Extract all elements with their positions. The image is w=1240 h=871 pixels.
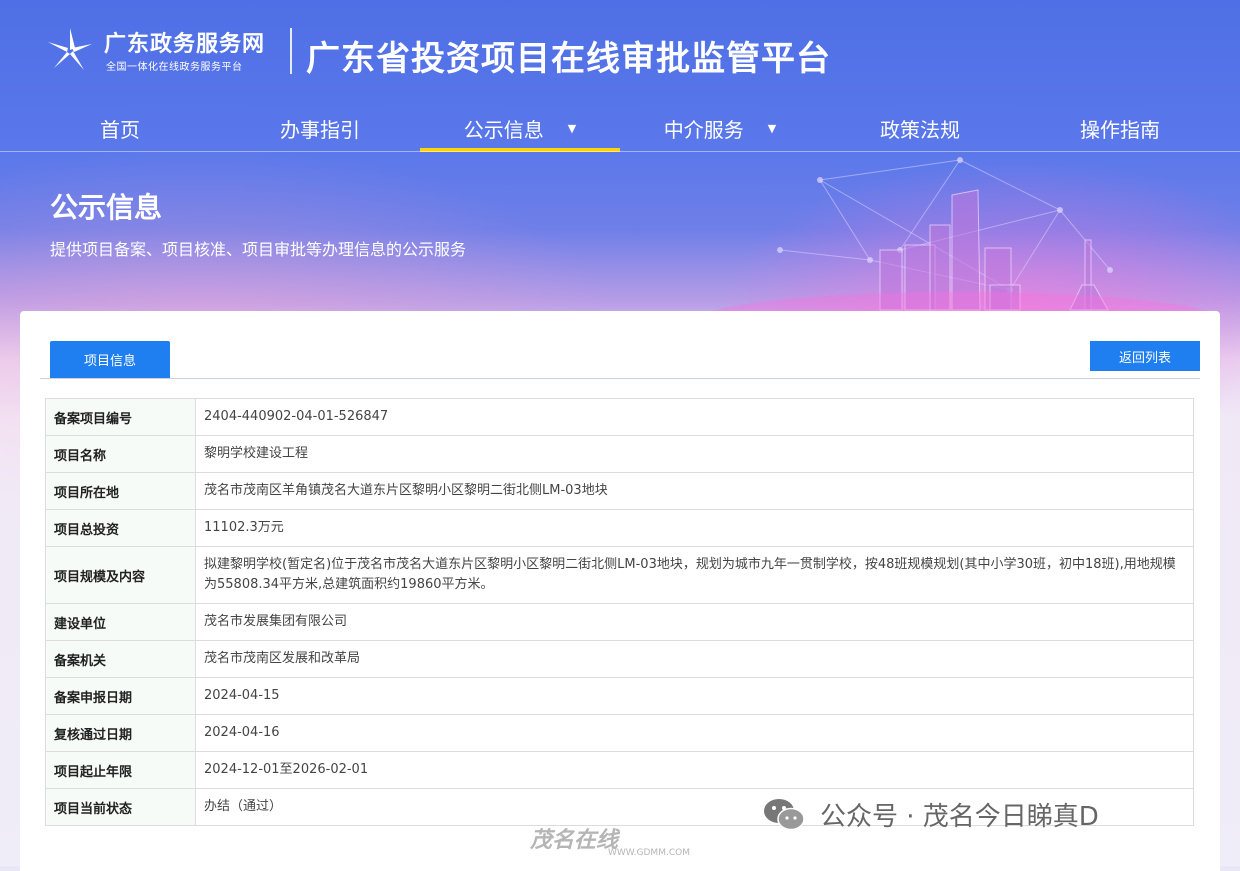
nav-item-label: 办事指引 [280,117,360,142]
nav-item-policy[interactable]: 政策法规 [820,104,1020,152]
table-row: 建设单位 茂名市发展集团有限公司 [45,603,1194,641]
main-nav: 首页 办事指引 公示信息 ▼ 中介服务 ▼ 政策法规 操作指南 [20,104,1220,152]
table-row: 备案申报日期 2024-04-15 [45,677,1194,715]
watermark-text: 公众号 · 茂名今日睇真D [820,802,1099,832]
nav-item-label: 操作指南 [1080,117,1160,142]
platform-title[interactable]: 广东省投资项目在线审批监管平台 [306,31,831,80]
table-row: 项目规模及内容 拟建黎明学校(暂定名)位于茂名市茂名大道东片区黎明小区黎明二街北… [45,546,1194,604]
table-row: 项目起止年限 2024-12-01至2026-02-01 [45,751,1194,789]
wechat-watermark: 公众号 · 茂名今日睇真D [762,796,1099,833]
tab-project-info[interactable]: 项目信息 [50,341,170,378]
nav-item-public-info[interactable]: 公示信息 ▼ [420,104,620,152]
site-watermark-url: WWW.GDMM.COM [608,848,690,858]
field-label: 备案机关 [45,640,196,678]
nav-item-label: 中介服务 [663,117,744,142]
field-value: 拟建黎明学校(暂定名)位于茂名市茂名大道东片区黎明小区黎明二街北侧LM-03地块… [195,546,1194,604]
tab-divider [40,378,1200,379]
field-value: 2024-04-16 [195,714,1194,752]
table-row: 项目所在地 茂名市茂南区羊角镇茂名大道东片区黎明小区黎明二街北侧LM-03地块 [45,472,1194,510]
field-label: 项目总投资 [45,509,196,547]
field-value: 2024-12-01至2026-02-01 [195,751,1194,789]
field-label: 备案申报日期 [45,677,196,715]
field-label: 项目当前状态 [45,788,196,826]
back-to-list-button[interactable]: 返回列表 [1090,341,1200,371]
wechat-icon [764,798,805,830]
table-row: 项目名称 黎明学校建设工程 [45,435,1194,473]
table-row: 备案机关 茂名市茂南区发展和改革局 [45,640,1194,678]
nav-item-label: 公示信息 [463,117,544,142]
field-value: 茂名市茂南区羊角镇茂名大道东片区黎明小区黎明二街北侧LM-03地块 [195,472,1194,510]
table-row: 复核通过日期 2024-04-16 [45,714,1194,752]
page-title: 公示信息 [50,191,163,224]
nav-divider [0,151,1240,152]
field-label: 建设单位 [45,603,196,641]
caret-down-icon: ▼ [567,121,577,135]
field-label: 项目所在地 [45,472,196,510]
nav-item-label: 首页 [100,117,140,142]
site-subtitle: 全国一体化在线政务服务平台 [106,62,243,73]
field-value: 茂名市茂南区发展和改革局 [195,640,1194,678]
table-row: 项目总投资 11102.3万元 [45,509,1194,547]
field-label: 项目起止年限 [45,751,196,789]
field-label: 项目规模及内容 [45,546,196,604]
nav-item-guide[interactable]: 办事指引 [220,104,420,152]
guangdong-gov-logo-icon [48,28,92,70]
field-value: 2404-440902-04-01-526847 [195,398,1194,436]
field-value: 11102.3万元 [195,509,1194,547]
field-label: 复核通过日期 [45,714,196,752]
field-value: 2024-04-15 [195,677,1194,715]
nav-item-label: 政策法规 [880,117,960,142]
header-divider [290,28,292,74]
project-info-card: 项目信息 返回列表 备案项目编号 2404-440902-04-01-52684… [20,311,1220,871]
field-value: 黎明学校建设工程 [195,435,1194,473]
nav-item-home[interactable]: 首页 [20,104,220,152]
table-row: 备案项目编号 2404-440902-04-01-526847 [45,398,1194,436]
field-value: 茂名市发展集团有限公司 [195,603,1194,641]
project-info-table: 备案项目编号 2404-440902-04-01-526847 项目名称 黎明学… [45,398,1194,826]
field-label: 项目名称 [45,435,196,473]
page-description: 提供项目备案、项目核准、项目审批等办理信息的公示服务 [50,240,467,259]
field-label: 备案项目编号 [45,398,196,436]
site-name[interactable]: 广东政务服务网 [104,26,265,58]
nav-item-manual[interactable]: 操作指南 [1020,104,1220,152]
caret-down-icon: ▼ [767,121,777,135]
site-watermark-logo: 茂名在线 [530,828,619,853]
nav-item-intermediary[interactable]: 中介服务 ▼ [620,104,820,152]
